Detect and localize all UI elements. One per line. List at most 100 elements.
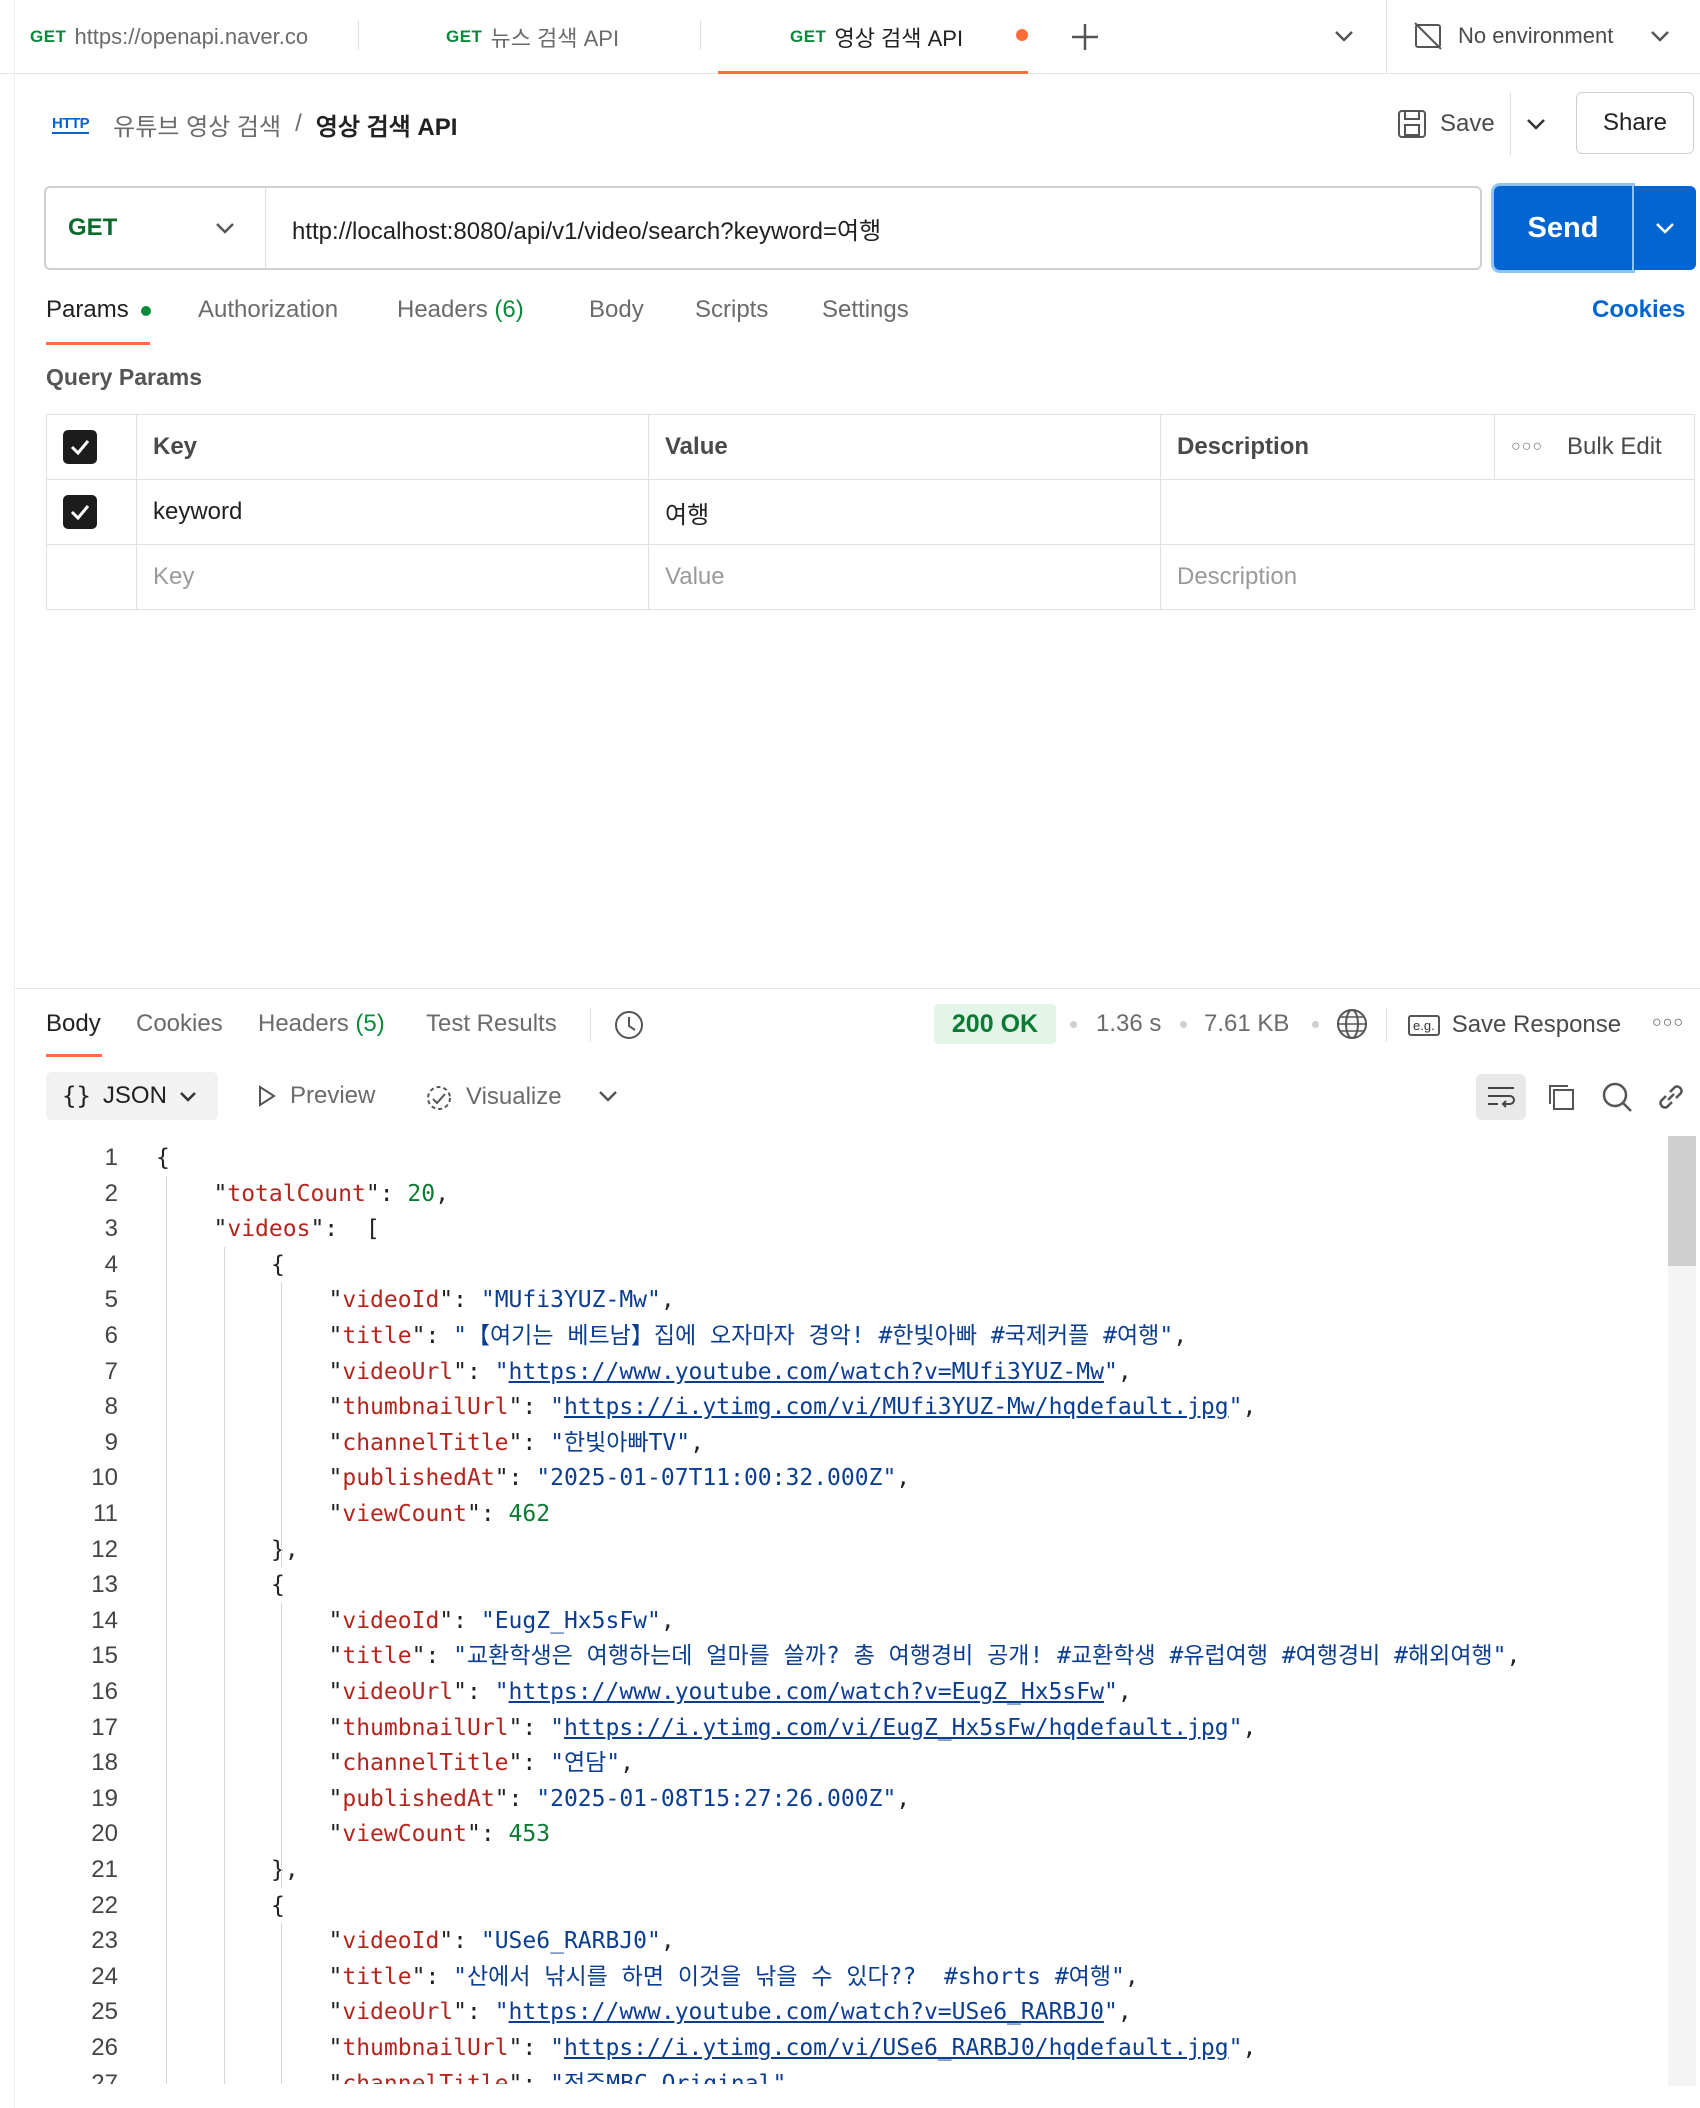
url-input[interactable]: http://localhost:8080/api/v1/video/searc…	[292, 188, 881, 268]
copy-icon[interactable]	[1544, 1080, 1578, 1119]
new-tab-plus-icon[interactable]	[1066, 18, 1104, 56]
json-key: videoId	[342, 1287, 440, 1314]
vertical-scrollbar[interactable]	[1668, 1136, 1696, 2086]
bulk-edit-cell: ○○○ Bulk Edit	[1494, 414, 1695, 480]
description-placeholder[interactable]: Description	[1160, 544, 1695, 610]
tab-divider	[700, 20, 701, 50]
status-badge[interactable]: 200 OK	[934, 1004, 1056, 1044]
line-number: 19	[91, 1784, 118, 1812]
scrollbar-thumb[interactable]	[1668, 1136, 1696, 1266]
json-key: videoId	[342, 1928, 440, 1955]
globe-icon[interactable]	[1334, 1006, 1370, 1047]
code-line: },	[271, 1852, 299, 1888]
table-row: keyword 여행	[46, 479, 1695, 545]
tabs-chevron-down-icon[interactable]	[1330, 22, 1358, 55]
send-button[interactable]: Send	[1494, 186, 1632, 270]
param-key[interactable]: keyword	[136, 479, 649, 545]
json-quote: "	[550, 2070, 564, 2084]
visualize-chevron-icon[interactable]	[596, 1084, 620, 1113]
tab-params[interactable]: Params	[46, 296, 152, 324]
save-options-chevron-icon[interactable]	[1522, 110, 1550, 143]
response-body-viewer[interactable]: 1 {2 "totalCount": 20, 3 "videos": [4 {5 " vide…	[0, 1134, 1664, 2084]
visualize-button[interactable]: Visualize	[424, 1082, 562, 1112]
tab-scripts[interactable]: Scripts	[695, 296, 768, 324]
json-quote: "	[647, 1928, 661, 1955]
link-icon[interactable]	[1654, 1080, 1688, 1119]
tab-openapi[interactable]: GET https://openapi.naver.co	[30, 0, 330, 74]
query-params-table: Key Value Description ○○○ Bulk Edit keyw…	[46, 414, 1695, 610]
json-punctuation: ,	[786, 2070, 801, 2084]
json-number: 20	[407, 1180, 436, 1207]
code-line: {	[271, 1888, 285, 1924]
row-checkbox[interactable]	[63, 495, 97, 529]
json-key: viewCount	[342, 1501, 467, 1527]
http-request-icon: HTTP	[52, 114, 90, 134]
json-key: videoUrl	[342, 1358, 454, 1385]
send-options-button[interactable]	[1634, 186, 1696, 270]
preview-label: Preview	[290, 1082, 376, 1109]
json-key: title	[342, 1643, 412, 1670]
environment-selector[interactable]: No environment	[1412, 16, 1673, 56]
history-icon[interactable]	[612, 1008, 646, 1047]
json-key: thumbnailUrl	[342, 1394, 509, 1421]
preview-button[interactable]: Preview	[254, 1082, 375, 1110]
json-quote: "	[676, 1429, 691, 1456]
breadcrumb-collection[interactable]: 유튜브 영상 검색	[113, 107, 281, 142]
param-description[interactable]	[1160, 479, 1695, 545]
param-value[interactable]: 여행	[648, 479, 1161, 545]
json-url-link[interactable]: https://i.ytimg.com/vi/EugZ_Hx5sFw/hqdef…	[564, 1715, 1229, 1741]
wrap-lines-icon[interactable]	[1476, 1074, 1526, 1120]
query-params-title: Query Params	[46, 364, 202, 390]
value-placeholder[interactable]: Value	[648, 544, 1161, 610]
save-button[interactable]: Save	[1396, 102, 1495, 146]
json-quote: "	[1111, 1963, 1125, 1990]
json-url-link[interactable]: https://i.ytimg.com/vi/MUfi3YUZ-Mw/hqdef…	[564, 1394, 1229, 1420]
tab-video-search[interactable]: GET 영상 검색 API	[718, 0, 1028, 74]
tab-authorization[interactable]: Authorization	[198, 296, 338, 324]
key-placeholder[interactable]: Key	[136, 544, 649, 610]
line-number: 10	[91, 1464, 118, 1492]
environment-label: No environment	[1458, 23, 1614, 48]
tab-body[interactable]: Body	[589, 296, 644, 324]
code-line: "title": "【여기는 베트남】집에 오자마자 경악! #한빛아빠 #국제…	[328, 1323, 1188, 1349]
response-tab-cookies[interactable]: Cookies	[136, 1010, 223, 1038]
tab-bar: GET https://openapi.naver.co GET 뉴스 검색 A…	[0, 0, 1700, 74]
response-time[interactable]: 1.36 s	[1096, 1010, 1161, 1038]
json-quote: "	[453, 1963, 468, 1990]
json-url-link[interactable]: https://www.youtube.com/watch?v=MUfi3YUZ…	[509, 1359, 1104, 1385]
response-tab-test-results[interactable]: Test Results	[426, 1010, 557, 1038]
json-url-link[interactable]: https://www.youtube.com/watch?v=EugZ_Hx5…	[509, 1679, 1104, 1705]
json-quote: "	[1228, 1714, 1243, 1741]
request-name[interactable]: 영상 검색 API	[316, 107, 458, 142]
tab-news-search[interactable]: GET 뉴스 검색 API	[446, 0, 686, 74]
response-size[interactable]: 7.61 KB	[1204, 1010, 1289, 1038]
save-response-button[interactable]: e.g. Save Response	[1408, 1006, 1621, 1044]
json-punctuation: {	[271, 1251, 285, 1278]
response-more-icon[interactable]: ○○○	[1652, 1014, 1684, 1032]
json-url-link[interactable]: https://www.youtube.com/watch?v=USe6_RAR…	[509, 1999, 1104, 2025]
response-tab-headers[interactable]: Headers (5)	[258, 1010, 385, 1038]
response-tab-body[interactable]: Body	[46, 1010, 101, 1038]
code-line: "channelTitle": "연담",	[328, 1750, 634, 1777]
json-quote: "	[647, 1287, 661, 1314]
json-url-link[interactable]: https://i.ytimg.com/vi/USe6_RARBJ0/hqdef…	[564, 2035, 1229, 2061]
select-all-checkbox[interactable]	[63, 430, 97, 464]
json-punctuation: ,	[896, 1785, 911, 1812]
checkmark-icon	[70, 505, 90, 521]
more-options-icon[interactable]: ○○○	[1511, 438, 1543, 456]
line-number: 21	[91, 1856, 118, 1883]
format-selector[interactable]: {} JSON	[46, 1072, 218, 1120]
tab-settings[interactable]: Settings	[822, 296, 909, 324]
share-button[interactable]: Share	[1576, 92, 1694, 154]
tab-headers-label: Headers	[397, 296, 488, 323]
json-punctuation: ,	[896, 1465, 911, 1492]
json-quote: "	[882, 1465, 897, 1492]
bulk-edit-button[interactable]: ○○○ Bulk Edit	[1511, 433, 1678, 461]
tab-headers[interactable]: Headers (6)	[397, 296, 524, 324]
search-icon[interactable]	[1600, 1080, 1634, 1119]
method-selector[interactable]: GET	[46, 188, 266, 268]
cookies-link[interactable]: Cookies	[1592, 296, 1685, 324]
code-line: "videoId": "MUfi3YUZ-Mw",	[328, 1287, 675, 1314]
example-icon: e.g.	[1408, 1014, 1440, 1036]
json-braces-icon: {}	[62, 1082, 91, 1110]
